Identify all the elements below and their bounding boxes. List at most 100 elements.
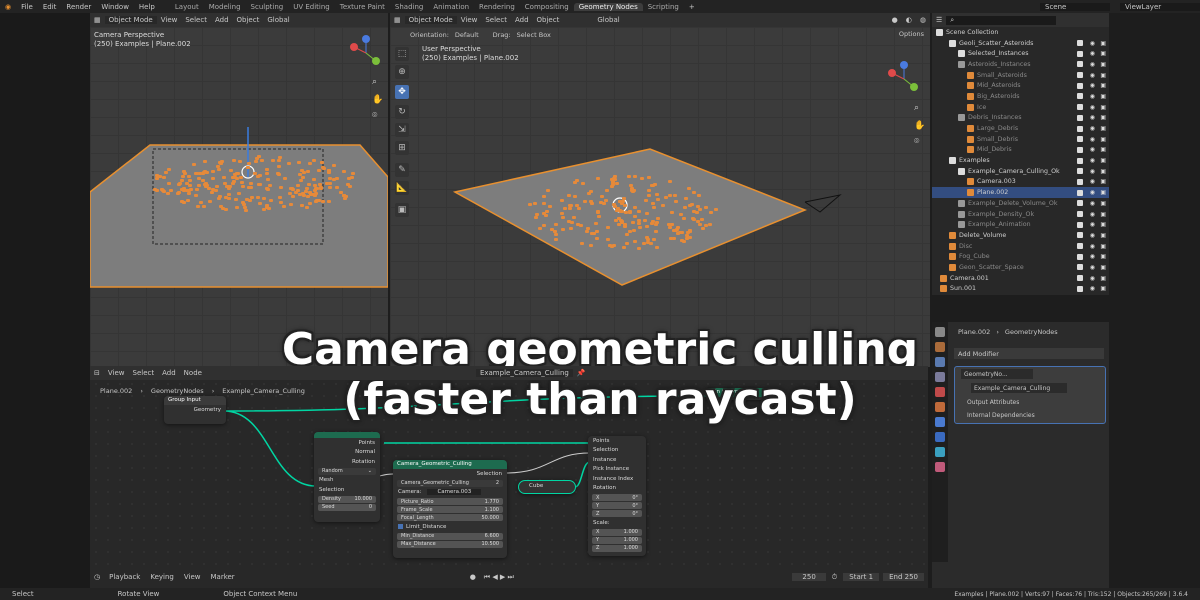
outliner-item[interactable]: Geon_Scatter_Space ◉ ▣	[932, 262, 1109, 273]
exclude-checkbox[interactable]	[1077, 178, 1083, 185]
visibility-eye-icon[interactable]: ◉	[1090, 211, 1095, 218]
menu-render[interactable]: Render	[61, 3, 96, 11]
exclude-checkbox[interactable]	[1077, 221, 1083, 228]
node-group-field[interactable]: Example_Camera_Culling	[971, 383, 1067, 393]
main-menu-object[interactable]: Object	[533, 16, 564, 24]
node-value-field[interactable]: Min_Distance 6.600	[397, 532, 503, 540]
exclude-checkbox[interactable]	[1077, 253, 1083, 260]
camera-culling-group-field[interactable]: Camera_Geometric_Culling 2	[397, 479, 503, 487]
main-editor-type-icon[interactable]: ▦	[390, 16, 405, 24]
exclude-checkbox[interactable]	[1077, 82, 1083, 89]
exclude-checkbox[interactable]	[1077, 40, 1083, 47]
visibility-eye-icon[interactable]: ◉	[1090, 232, 1095, 239]
render-camera-icon[interactable]: ▣	[1100, 275, 1106, 282]
left-orientation-dropdown[interactable]: Global	[263, 16, 293, 24]
node-value-field[interactable]: X 0°	[592, 494, 642, 501]
render-camera-icon[interactable]: ▣	[1100, 93, 1106, 100]
visibility-eye-icon[interactable]: ◉	[1090, 61, 1095, 68]
visibility-eye-icon[interactable]: ◉	[1090, 50, 1095, 57]
visibility-eye-icon[interactable]: ◉	[1090, 136, 1095, 143]
menu-edit[interactable]: Edit	[38, 3, 62, 11]
visibility-eye-icon[interactable]: ◉	[1090, 221, 1095, 228]
exclude-checkbox[interactable]	[1077, 61, 1083, 68]
start-frame-field[interactable]: Start 1	[843, 573, 880, 581]
render-camera-icon[interactable]: ▣	[1100, 72, 1106, 79]
exclude-checkbox[interactable]	[1077, 211, 1083, 218]
visibility-eye-icon[interactable]: ◉	[1090, 93, 1095, 100]
render-camera-icon[interactable]: ▣	[1100, 211, 1106, 218]
main-menu-view[interactable]: View	[457, 16, 482, 24]
distribute-points-node[interactable]: Points Normal Rotation Random ⌄ Mesh Sele…	[314, 432, 380, 522]
node-value-field[interactable]: Z 1.000	[592, 544, 642, 552]
outliner-item[interactable]: Example_Camera_Culling_Ok ◉ ▣	[932, 166, 1109, 177]
timeline-editor-icon[interactable]: ◷	[90, 573, 104, 581]
exclude-checkbox[interactable]	[1077, 50, 1083, 57]
render-camera-icon[interactable]: ▣	[1100, 146, 1106, 153]
render-camera-icon[interactable]: ▣	[1100, 189, 1106, 196]
outliner-item[interactable]: Examples ◉ ▣	[932, 155, 1109, 166]
render-camera-icon[interactable]: ▣	[1100, 200, 1106, 207]
instance-on-points-node[interactable]: Points Selection Instance Pick Instance …	[588, 436, 646, 556]
tab-modeling[interactable]: Modeling	[204, 3, 246, 11]
add-cube-tool-icon[interactable]: ▣	[395, 203, 409, 217]
outliner-item[interactable]: Geoli_Scatter_Asteroids ◉ ▣	[932, 38, 1109, 49]
node-value-field[interactable]: Focal_Length 50.000	[397, 514, 503, 521]
outliner-item[interactable]: Mid_Asteroids ◉ ▣	[932, 80, 1109, 91]
tab-layout[interactable]: Layout	[170, 3, 204, 11]
render-camera-icon[interactable]: ▣	[1100, 168, 1106, 175]
exclude-checkbox[interactable]	[1077, 104, 1083, 111]
render-camera-icon[interactable]: ▣	[1100, 114, 1106, 121]
main-pan-hand-icon[interactable]: ✋	[914, 121, 925, 131]
outliner-item[interactable]: Example_Delete_Volume_Ok ◉ ▣	[932, 198, 1109, 209]
add-modifier-dropdown[interactable]: Add Modifier	[954, 348, 1104, 359]
material-tab-icon[interactable]	[935, 462, 945, 472]
node-value-field[interactable]: Z 0°	[592, 510, 642, 517]
main-zoom-icon[interactable]: ⌕	[914, 103, 919, 113]
outliner-item[interactable]: Small_Debris ◉ ▣	[932, 134, 1109, 145]
visibility-eye-icon[interactable]: ◉	[1090, 40, 1095, 47]
visibility-eye-icon[interactable]: ◉	[1090, 157, 1095, 164]
particles-tab-icon[interactable]	[935, 432, 945, 442]
visibility-eye-icon[interactable]: ◉	[1090, 275, 1095, 282]
outliner-item[interactable]: Small_Asteroids ◉ ▣	[932, 70, 1109, 81]
tab-shading[interactable]: Shading	[390, 3, 428, 11]
exclude-checkbox[interactable]	[1077, 114, 1083, 121]
render-camera-icon[interactable]: ▣	[1100, 136, 1106, 143]
group-input-node[interactable]: Group Input Geometry	[164, 396, 226, 424]
timeline-menu-keying[interactable]: Keying	[145, 573, 179, 581]
node-value-field[interactable]: Y 1.000	[592, 536, 642, 544]
menu-file[interactable]: File	[16, 3, 38, 11]
exclude-checkbox[interactable]	[1077, 189, 1083, 196]
node-editor-type-icon[interactable]: ⊟	[90, 369, 104, 377]
render-camera-icon[interactable]: ▣	[1100, 253, 1106, 260]
physics-tab-icon[interactable]	[935, 447, 945, 457]
limit-distance-checkbox[interactable]: Limit_Distance	[393, 522, 507, 532]
render-camera-icon[interactable]: ▣	[1100, 232, 1106, 239]
menu-window[interactable]: Window	[96, 3, 134, 11]
main-mode-dropdown[interactable]: Object Mode	[404, 16, 457, 24]
render-camera-icon[interactable]: ▣	[1100, 40, 1106, 47]
outliner-filter-icon[interactable]: ☰	[932, 16, 946, 24]
view-layer-tab-icon[interactable]	[935, 372, 945, 382]
main-camera-view-icon[interactable]: ⌾	[914, 137, 919, 147]
scale-tool-icon[interactable]: ⇲	[395, 123, 409, 137]
main-menu-select[interactable]: Select	[481, 16, 511, 24]
render-camera-icon[interactable]: ▣	[1100, 82, 1106, 89]
render-camera-icon[interactable]: ▣	[1100, 61, 1106, 68]
tab-sculpting[interactable]: Sculpting	[246, 3, 289, 11]
visibility-eye-icon[interactable]: ◉	[1090, 243, 1095, 250]
exclude-checkbox[interactable]	[1077, 136, 1083, 143]
join-geometry-node[interactable]: Join Geometry	[706, 388, 766, 400]
timeline-menu-playback[interactable]: Playback	[104, 573, 145, 581]
render-camera-icon[interactable]: ▣	[1100, 264, 1106, 271]
left-menu-add[interactable]: Add	[211, 16, 233, 24]
shading-solid-icon[interactable]: ●	[888, 16, 902, 24]
camera-field[interactable]: Camera: Camera.003	[393, 488, 507, 498]
visibility-eye-icon[interactable]: ◉	[1090, 146, 1095, 153]
output-attributes-panel[interactable]: Output Attributes	[967, 399, 1019, 406]
tool-tab-icon[interactable]	[935, 327, 945, 337]
main-orientation-dropdown[interactable]: Global	[593, 16, 623, 24]
modifier-tab-icon[interactable]	[935, 417, 945, 427]
render-camera-icon[interactable]: ▣	[1100, 178, 1106, 185]
outliner-item[interactable]: Disc ◉ ▣	[932, 241, 1109, 252]
